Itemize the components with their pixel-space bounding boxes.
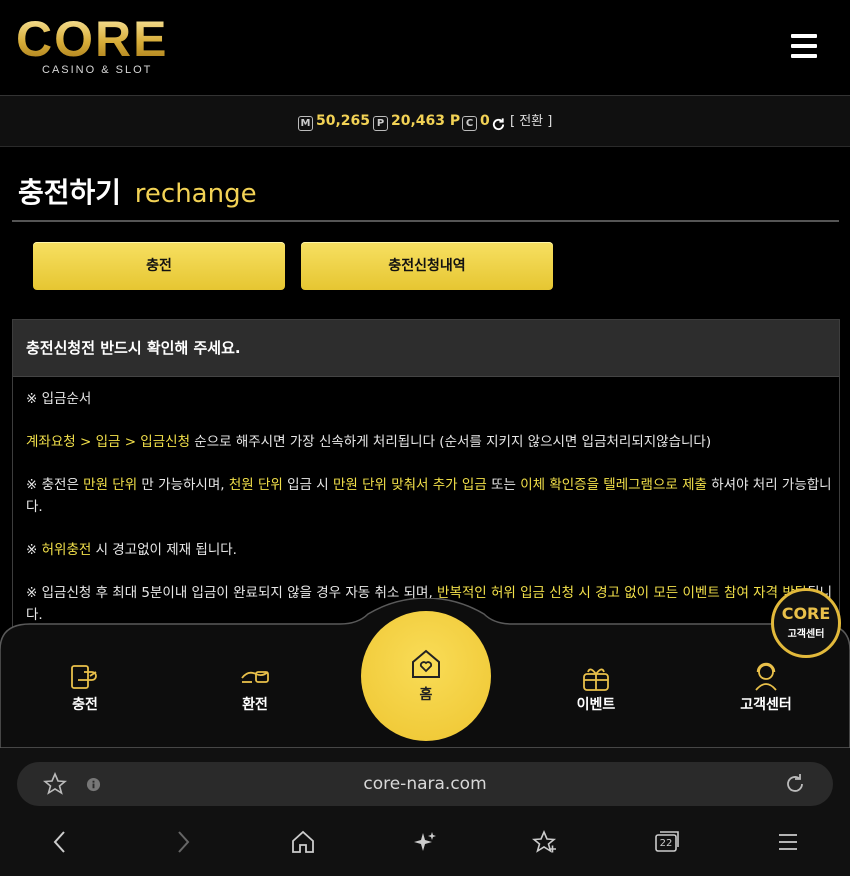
home-heart-icon bbox=[412, 649, 440, 678]
reload-icon[interactable] bbox=[783, 772, 807, 800]
units-text-g: 또는 bbox=[486, 477, 521, 493]
tab-count: 22 bbox=[659, 838, 673, 849]
notice-line-units: ※ 충전은 만원 단위 만 가능하시며, 천원 단위 입금 시 만원 단위 맞춰… bbox=[26, 474, 836, 518]
money-value: 50,265 bbox=[316, 113, 371, 129]
units-hl-b: 만원 단위 bbox=[83, 477, 138, 493]
notice-line-deposit-order: ※ 입금순서 bbox=[26, 391, 92, 407]
nav-exchange[interactable]: 환전 bbox=[205, 660, 305, 714]
units-text-a: ※ 충전은 bbox=[26, 477, 84, 493]
money-balance: M 50,265 bbox=[298, 113, 370, 131]
tab-recharge-history[interactable]: 충전신청내역 bbox=[301, 242, 553, 290]
false-hl-b: 허위충전 bbox=[41, 542, 92, 558]
gift-icon bbox=[583, 668, 609, 691]
logo-text: CORE bbox=[16, 11, 169, 67]
sparkle-icon[interactable] bbox=[412, 829, 438, 859]
units-hl-d: 천원 단위 bbox=[228, 477, 283, 493]
point-value: 20,463 P bbox=[391, 113, 461, 129]
back-icon[interactable] bbox=[49, 829, 71, 859]
nav-event[interactable]: 이벤트 bbox=[546, 660, 646, 714]
browser-menu-icon[interactable] bbox=[777, 831, 799, 857]
title-divider bbox=[12, 220, 839, 222]
notice-line-order-steps: 계좌요청 > 입금 > 입금신청 순으로 해주시면 가장 신속하게 처리됩니다 … bbox=[26, 431, 836, 453]
nav-support-label: 고객센터 bbox=[740, 697, 792, 713]
customer-service-badge[interactable]: CORE 고객센터 bbox=[771, 588, 841, 658]
nav-support[interactable]: 고객센터 bbox=[716, 660, 816, 714]
notice-header: 충전신청전 반드시 확인해 주세요. bbox=[13, 320, 839, 377]
units-hl-h: 이체 확인증을 텔레그램으로 제출 bbox=[520, 477, 707, 493]
core-logo[interactable]: CORE CASINO & SLOT bbox=[16, 14, 166, 76]
money-icon: M bbox=[298, 116, 313, 131]
nav-exchange-label: 환전 bbox=[242, 697, 268, 713]
support-icon bbox=[755, 662, 777, 691]
page-title-ko: 충전하기 bbox=[18, 176, 122, 209]
nav-home[interactable]: 홈 bbox=[361, 611, 491, 741]
cs-badge-logo: CORE bbox=[781, 604, 831, 623]
notice-line-false-recharge: ※ 허위충전 시 경고없이 제재 됩니다. bbox=[26, 539, 836, 561]
logo-subtitle: CASINO & SLOT bbox=[42, 64, 153, 76]
nav-recharge-label: 충전 bbox=[72, 697, 98, 713]
units-text-e: 입금 시 bbox=[282, 477, 333, 493]
false-text-a: ※ bbox=[26, 542, 42, 558]
nav-event-label: 이벤트 bbox=[576, 697, 616, 713]
nav-recharge[interactable]: 충전 bbox=[35, 660, 135, 714]
false-text-c: 시 경고없이 제재 됩니다. bbox=[91, 542, 237, 558]
units-text-c: 만 가능하시며, bbox=[137, 477, 229, 493]
order-steps-text: 순으로 해주시면 가장 신속하게 처리됩니다 (순서를 지키지 않으시면 입금처… bbox=[190, 434, 712, 450]
page-title: 충전하기 rechange bbox=[18, 175, 257, 212]
forward-icon[interactable] bbox=[172, 829, 194, 859]
comp-value: 0 bbox=[480, 113, 490, 129]
tabs-icon[interactable]: 22 bbox=[654, 830, 680, 858]
point-balance: P 20,463 P bbox=[373, 113, 460, 131]
recharge-icon bbox=[71, 665, 97, 689]
site-header: CORE CASINO & SLOT bbox=[0, 0, 850, 95]
cs-badge-label: 고객센터 bbox=[787, 629, 825, 640]
url-text[interactable]: core-nara.com bbox=[0, 773, 850, 795]
order-steps-highlight: 계좌요청 > 입금 > 입금신청 bbox=[26, 434, 190, 450]
page-title-en: rechange bbox=[134, 179, 257, 209]
nav-home-label: 홈 bbox=[419, 687, 433, 703]
exchange-icon bbox=[241, 671, 269, 683]
point-icon: P bbox=[373, 116, 388, 131]
home-icon[interactable] bbox=[290, 829, 316, 859]
convert-button[interactable]: [ 전환 ] bbox=[510, 114, 552, 130]
bookmarks-icon[interactable] bbox=[531, 829, 558, 859]
units-hl-f: 만원 단위 맞춰서 추가 입금 bbox=[332, 477, 487, 493]
tab-recharge[interactable]: 충전 bbox=[33, 242, 285, 290]
refresh-icon[interactable] bbox=[491, 117, 506, 135]
menu-icon[interactable] bbox=[791, 34, 817, 58]
comp-balance: C0 bbox=[462, 113, 490, 131]
comp-icon: C bbox=[462, 116, 477, 131]
